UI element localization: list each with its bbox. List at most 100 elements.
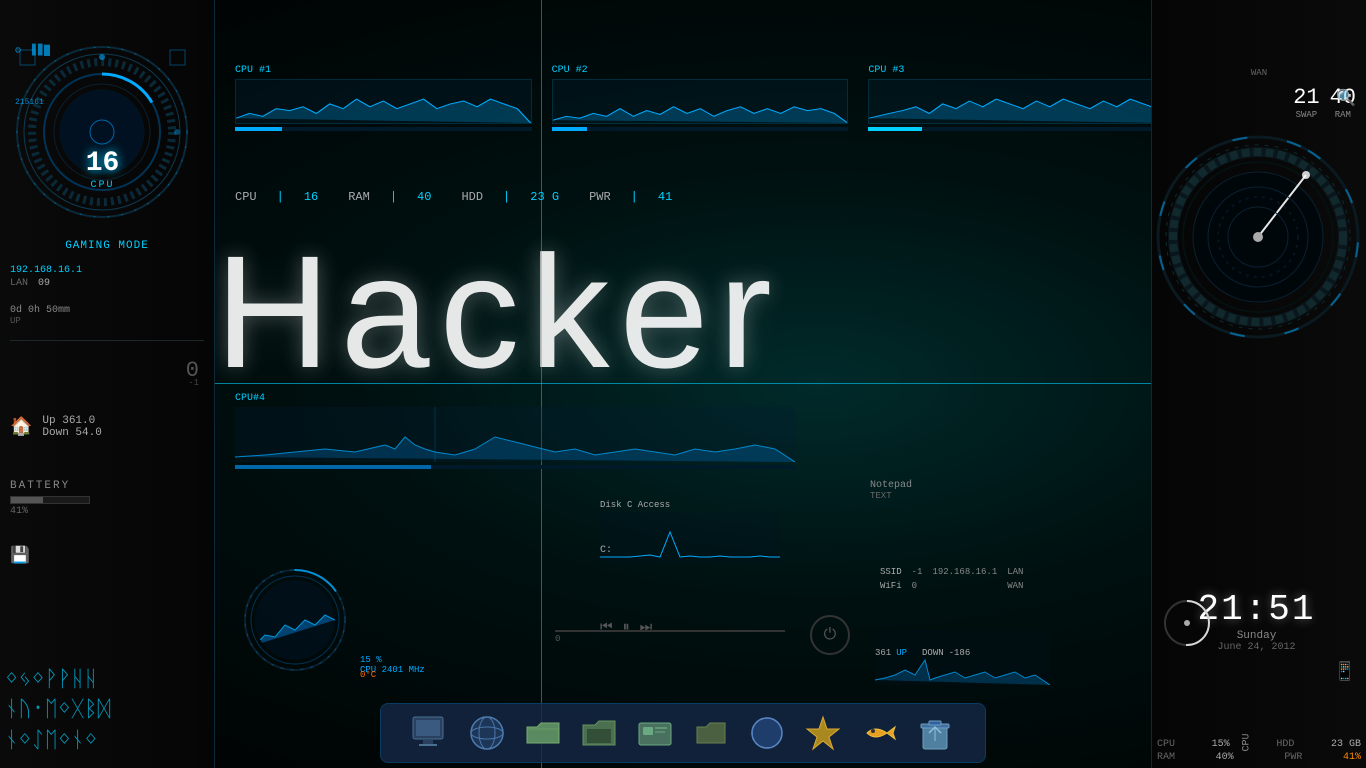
- clock-ring: [1162, 598, 1212, 648]
- cpu-percentage: 16: [86, 148, 120, 179]
- cpu1-progress: [235, 127, 532, 131]
- cpu4-section: CPU#4: [215, 388, 815, 474]
- disk-access-section: Disk C Access: [600, 500, 780, 562]
- cpu4-progress: [235, 465, 795, 469]
- swap-value: 21: [1293, 85, 1319, 110]
- taskbar-icon-5[interactable]: [631, 709, 679, 757]
- cpu1-progress-fill: [235, 127, 282, 131]
- battery-fill: [11, 497, 43, 503]
- pwr-stat-label: PWR: [1284, 752, 1302, 763]
- disk-c-label: C:: [600, 545, 612, 556]
- net-download: Down 54.0: [42, 427, 101, 439]
- cpu1-label: CPU #1: [235, 65, 532, 76]
- cpu-stat-val: 15%: [1212, 739, 1230, 750]
- ssid-val: -1: [907, 565, 928, 579]
- cpu4-graph-area: [235, 407, 795, 462]
- cpu3-graph: CPU #3: [868, 65, 1165, 131]
- disk-c-graph: [600, 512, 780, 562]
- cpu4-label: CPU#4: [235, 393, 795, 404]
- wifi-val: 0: [907, 579, 928, 593]
- progress-indicator: 0: [555, 634, 785, 644]
- ip-val: 192.168.16.1: [927, 565, 1002, 579]
- stats-cpu-label: CPU: [235, 190, 257, 204]
- cpu1-graph: CPU #1: [235, 65, 532, 131]
- lan-info: 192.168.16.1 LAN 09: [10, 265, 82, 289]
- wifi-table: SSID -1 192.168.16.1 LAN WiFi 0 WAN: [875, 565, 1028, 593]
- battery-bar: [10, 496, 90, 504]
- battery-section: BATTERY 41%: [10, 480, 90, 517]
- hacker-title: Hacker: [215, 220, 782, 404]
- notepad-label: Notepad: [870, 480, 912, 491]
- stats-pwr-val: 41: [658, 190, 672, 204]
- wifi-section: SSID -1 192.168.16.1 LAN WiFi 0 WAN: [875, 565, 1028, 593]
- cpu-graphs-panel: CPU #1 CPU #2 CPU #3: [215, 65, 1185, 131]
- separator-line: [10, 340, 204, 341]
- taskbar-icon-8[interactable]: [799, 709, 847, 757]
- taskbar-icon-7[interactable]: [743, 709, 791, 757]
- gaming-mode-label: GAMING MODE: [65, 240, 149, 252]
- taskbar-icon-10[interactable]: [911, 709, 959, 757]
- wan-label-wifi: WAN: [1002, 579, 1028, 593]
- stats-pwr-label: PWR: [589, 190, 611, 204]
- net-upload: Up 361.0: [42, 415, 101, 427]
- ssid-label: SSID: [875, 565, 907, 579]
- lan-label: LAN: [10, 278, 28, 289]
- bottom-stats: CPU 15% HDD 23 GB RAM 40% PWR 41%: [1157, 739, 1361, 763]
- stats-hdd-label: HDD: [461, 190, 483, 204]
- taskbar-icon-1[interactable]: [407, 709, 455, 757]
- wan-label: WAN: [1251, 68, 1267, 78]
- swap-label: SWAP: [1293, 110, 1319, 120]
- text-label: TEXT: [870, 491, 912, 501]
- gauge-number: 215161: [15, 98, 44, 107]
- cpu3-progress: [868, 127, 1165, 131]
- cpu2-graph: CPU #2: [552, 65, 849, 131]
- stats-ram-label: RAM: [348, 190, 370, 204]
- taskbar: [380, 703, 986, 763]
- uptime-display: 0d 0h 50mm UP: [10, 305, 70, 326]
- settings-icon: ⚙: [15, 45, 21, 57]
- up-value: 361: [875, 648, 891, 658]
- power-button[interactable]: ⏻: [810, 615, 850, 655]
- home-icon: 🏠: [10, 416, 32, 438]
- hdd-stat-label: HDD: [1276, 739, 1294, 750]
- cpu2-graph-area: [552, 79, 849, 124]
- cpu2-label: CPU #2: [552, 65, 849, 76]
- taskbar-icon-2[interactable]: [463, 709, 511, 757]
- disk-c-access-label: Disk C Access: [600, 500, 780, 510]
- swap-section: 21 SWAP: [1293, 85, 1319, 120]
- stats-bar: CPU | 16 RAM | 40 HDD | 23 G PWR | 41: [215, 190, 1185, 204]
- cpu-temp: 0°C: [360, 670, 376, 680]
- clock-section: 21:51 Sunday June 24, 2012: [1152, 589, 1366, 653]
- stats-cpu-val: 16: [304, 190, 318, 204]
- disk-icon: 💾: [10, 545, 30, 565]
- cpu2-progress: [552, 127, 849, 131]
- network-stats: 🏠 Up 361.0 Down 54.0: [10, 415, 102, 439]
- cpu3-label: CPU #3: [868, 65, 1165, 76]
- power-btn-circle[interactable]: ⏻: [810, 615, 850, 655]
- cpu-rotated-label: CPU: [1241, 733, 1252, 751]
- left-panel: 16 CPU ⚙ ▋▊█ 215161 GAMING MODE 192.168.…: [0, 0, 215, 768]
- cpu-small-section: 15 % CPU 2401 MHz 0°C: [240, 565, 440, 685]
- counter-minus-one: -1: [188, 378, 199, 388]
- pwr-stat-val: 41%: [1343, 752, 1361, 763]
- down-value: -186: [949, 648, 971, 658]
- progress-track: [555, 630, 785, 632]
- down-label: DOWN: [922, 648, 944, 658]
- taskbar-icon-3[interactable]: [519, 709, 567, 757]
- taskbar-icon-6[interactable]: [687, 709, 735, 757]
- cpu3-progress-fill: [868, 127, 921, 131]
- alien-text-decoration: ᛜᛃᛜᚹᚹᚺᚺ ᚾᚢ᛫ᛖᛜᚷᛒᛞ ᚾᛜᛇᛖᛜᚾᛜ: [5, 666, 111, 758]
- net-stats-display: 361 UP DOWN -186: [875, 648, 970, 658]
- stats-ram-val: 40: [417, 190, 431, 204]
- taskbar-icon-4[interactable]: [575, 709, 623, 757]
- search-icon[interactable]: 🔍: [1336, 88, 1356, 108]
- cpu2-progress-fill: [552, 127, 588, 131]
- stats-hdd-val: 23 G: [530, 190, 559, 204]
- taskbar-icon-9[interactable]: [855, 709, 903, 757]
- battery-label: BATTERY: [10, 480, 90, 492]
- lan-port: 09: [38, 278, 50, 289]
- hdd-stat-val: 23 GB: [1331, 739, 1361, 750]
- right-panel: WAN 21 SWAP 40 RAM 🔍: [1151, 0, 1366, 768]
- up-label: UP: [896, 648, 907, 658]
- ram-stat-label: RAM: [1157, 752, 1175, 763]
